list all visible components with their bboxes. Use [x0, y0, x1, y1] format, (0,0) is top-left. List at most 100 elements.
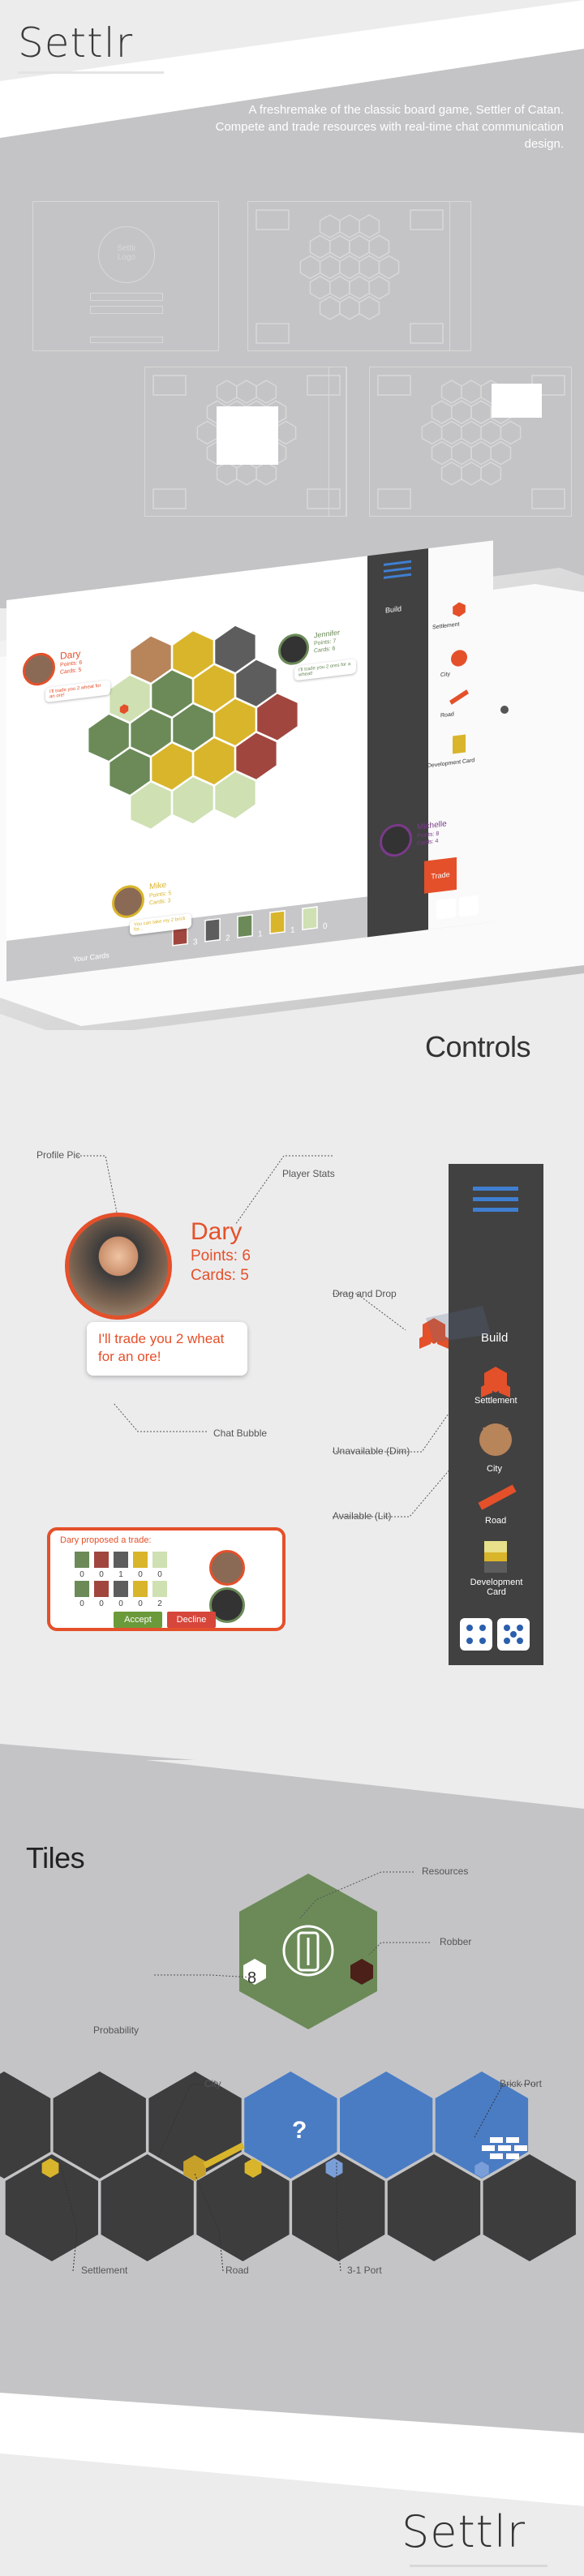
wireframe-hex	[461, 380, 482, 404]
screen-hand-card	[302, 906, 318, 931]
wireframe-hex	[349, 275, 370, 300]
trade-resource-card	[114, 1552, 128, 1568]
screen-card-count: 1	[258, 930, 263, 939]
decline-label: Decline	[176, 1615, 207, 1625]
wireframe-sidebar-2	[328, 367, 346, 517]
screen-build-city[interactable]: City	[440, 672, 450, 678]
wireframe-board-1-hexes	[256, 209, 444, 344]
wireframe-dev-card-popup	[492, 384, 542, 418]
label-drag-and-drop: Drag and Drop	[333, 1288, 397, 1299]
screen-city-icon	[451, 650, 467, 667]
wireframe-hex	[368, 234, 390, 260]
wireframe-hex	[490, 440, 512, 466]
trade-resource-card	[133, 1581, 148, 1597]
screen-card-count: 2	[225, 934, 230, 943]
wireframe-hex	[470, 440, 492, 466]
tablet-screen: Build Trade Your Cards Dary Points: 6 Ca…	[6, 535, 542, 998]
wireframe-hex	[470, 400, 492, 425]
tablet-hex-board	[88, 602, 479, 947]
label-available: Available (Lit)	[333, 1510, 392, 1522]
footer-brand: Settlr	[402, 2506, 526, 2557]
wireframe-logo-text: Settlr Logo	[117, 244, 136, 262]
trade-proposal-panel: Dary proposed a trade: 0 0 1 0 0 0 0 0 0 2 Accept…	[47, 1527, 286, 1631]
build-road-label[interactable]: Road	[485, 1516, 506, 1526]
label-chat-bubble: Chat Bubble	[213, 1428, 268, 1439]
wireframe-hex	[440, 461, 462, 486]
tablet-mockup: Build Trade Your Cards Dary Points: 6 Ca…	[0, 540, 584, 1046]
screen-card-count: 3	[193, 938, 198, 947]
build-dev-card-label[interactable]: Development Card	[465, 1578, 528, 1597]
label-profile-pic: Profile Pic	[36, 1149, 81, 1161]
trader-avatar-1	[209, 1550, 245, 1586]
wireframe-hex	[480, 420, 502, 445]
accept-label: Accept	[124, 1615, 152, 1625]
label-player-stats: Player Stats	[282, 1168, 335, 1179]
trade-count: 0	[79, 1570, 84, 1579]
build-settlement-label[interactable]: Settlement	[474, 1396, 517, 1406]
tile-annotation-lines	[154, 1871, 430, 1978]
wireframe-hex	[236, 380, 257, 404]
wireframe-hex	[309, 275, 331, 300]
screen-road-icon	[449, 689, 470, 705]
chat-bubble-large: I'll trade you 2 wheat for an ore!	[87, 1322, 247, 1376]
screen-dice-left	[436, 898, 456, 920]
screen-hand-card	[269, 910, 286, 934]
wireframe-player-slot	[256, 209, 290, 230]
trade-count: 0	[99, 1570, 104, 1579]
decline-button[interactable]: Decline	[167, 1612, 216, 1628]
trade-count: 0	[157, 1570, 162, 1579]
screen-trade-label: Trade	[431, 869, 450, 881]
player-points-large: Points: 6	[191, 1247, 251, 1264]
header-description: A freshremake of the classic board game,…	[215, 103, 564, 151]
wireframe-hex	[299, 255, 321, 280]
wireframe-hex	[309, 234, 331, 260]
wireframe-hex	[275, 420, 297, 445]
road-icon	[478, 1484, 517, 1510]
brand-logo: Settlr	[18, 19, 134, 67]
wireframe-hex	[196, 420, 218, 445]
player-cards-large: Cards: 5	[191, 1267, 249, 1284]
wireframe-hex	[359, 295, 380, 320]
footer-brand-shadow	[410, 2565, 548, 2567]
trade-resource-card	[94, 1552, 109, 1568]
screen-card-count: 1	[290, 925, 295, 936]
screen-dice-right	[459, 895, 479, 917]
wireframe-hex	[359, 255, 380, 280]
wireframe-hex	[349, 234, 370, 260]
wireframe-hex	[368, 275, 390, 300]
hamburger-menu-icon[interactable]	[473, 1187, 518, 1213]
build-city-label[interactable]: City	[487, 1464, 502, 1474]
trade-count: 1	[118, 1570, 123, 1579]
wireframe-board-1	[247, 201, 450, 351]
trade-count: 0	[138, 1570, 143, 1579]
dice-pips	[466, 1625, 523, 1644]
brand-underline	[18, 71, 164, 74]
accept-button[interactable]: Accept	[114, 1612, 162, 1628]
screen-trade-button[interactable]: Trade	[424, 857, 457, 894]
label-city: City	[204, 2078, 221, 2089]
wireframe-field-2	[90, 306, 163, 314]
wireframe-hex	[378, 255, 400, 280]
wireframe-hex	[451, 440, 472, 466]
drag-ghost	[419, 1306, 491, 1349]
trade-count: 2	[157, 1599, 162, 1608]
controls-section: Controls Profile Pic Player Stats Chat B…	[0, 1030, 584, 1760]
trade-resource-card	[152, 1552, 167, 1568]
wireframe-hex	[319, 214, 341, 238]
wireframe-hex	[461, 461, 482, 486]
wireframe-hex	[329, 275, 350, 300]
wireframe-field-1	[90, 293, 163, 301]
wireframe-sidebar-1	[450, 201, 471, 351]
trade-resource-card	[75, 1581, 89, 1597]
trade-count: 0	[138, 1599, 143, 1608]
screen-hand-card	[237, 913, 253, 938]
label-port-3-1: 3-1 Port	[347, 2265, 382, 2276]
wireframe-hex	[339, 255, 360, 280]
strip-annotation-lines	[60, 2084, 535, 2272]
wireframe-player-slot	[256, 323, 290, 344]
wireframe-board-2	[144, 367, 347, 517]
wireframe-hex	[339, 214, 360, 238]
wireframe-hex	[339, 295, 360, 320]
screen-settlement-icon	[453, 602, 466, 617]
wireframe-player-slot	[410, 323, 444, 344]
